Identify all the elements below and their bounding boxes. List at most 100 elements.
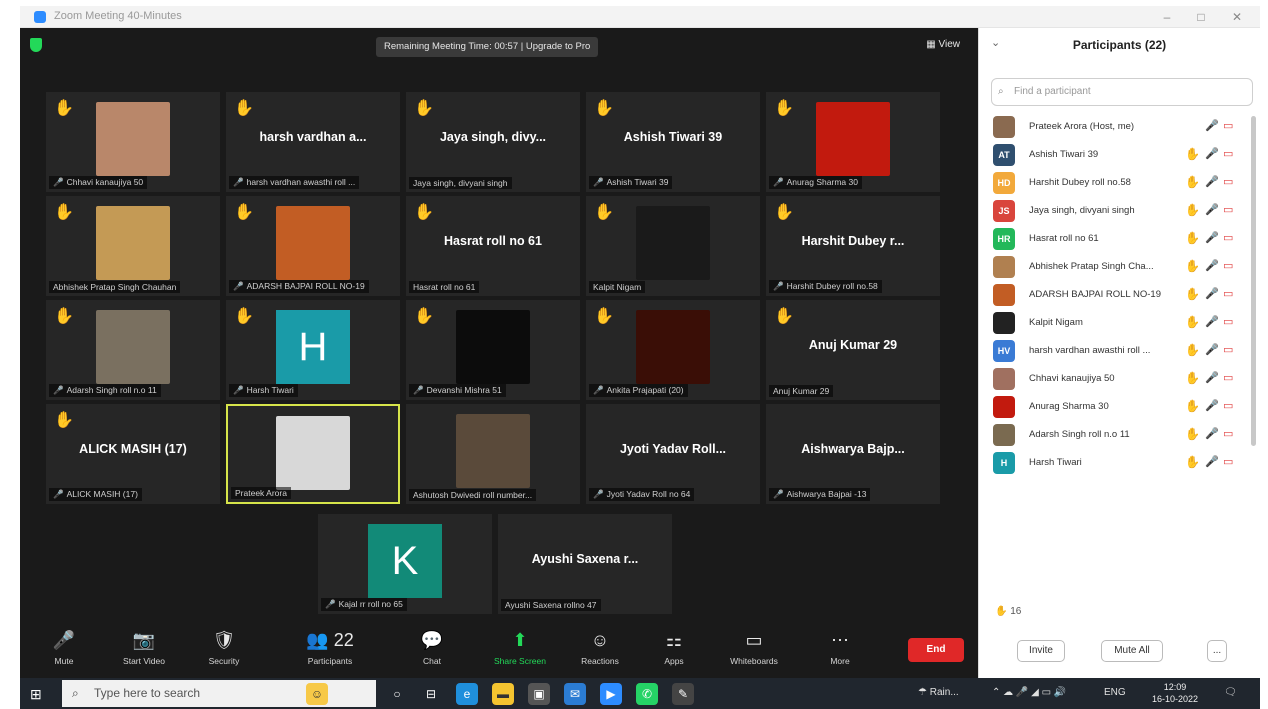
participant-video-tile[interactable]: ✋ Harshit Dubey r... 🎤 Harshit Dubey roll n… [766,196,940,296]
start-video-button[interactable]: 📷 Start Video [104,628,184,666]
participants-button[interactable]: 👥 22 Participants [290,628,370,666]
mic-status-icon[interactable]: 🎤 [1205,119,1219,132]
mic-status-icon[interactable]: 🎤 [1205,427,1219,440]
participant-video-tile[interactable]: ✋ 🎤 Adarsh Singh roll n.o 11 [46,300,220,400]
participant-list-item[interactable]: Chhavi kanaujiya 50 ✋ 🎤 ▭ [993,366,1239,394]
participant-list-item[interactable]: AT Ashish Tiwari 39 ✋ 🎤 ▭ [993,142,1239,170]
participant-video-tile[interactable]: ✋ Jaya singh, divy... Jaya singh, divyani … [406,92,580,192]
weather-widget[interactable]: ☂ Rain... [918,687,959,698]
mic-status-icon[interactable]: 🎤 [1205,147,1219,160]
system-tray-icons[interactable]: ⌃ ☁ 🎤 ◢ ▭ 🔊 [992,687,1066,698]
participant-video-tile[interactable]: ✋ H 🎤 Harsh Tiwari [226,300,400,400]
participant-list-item[interactable]: HR Hasrat roll no 61 ✋ 🎤 ▭ [993,226,1239,254]
search-highlight-icon[interactable]: ☺ [306,683,328,705]
video-off-icon[interactable]: ▭ [1223,315,1233,328]
video-off-icon[interactable]: ▭ [1223,427,1233,440]
mic-status-icon[interactable]: 🎤 [1205,175,1219,188]
minimize-button[interactable]: – [1156,8,1178,26]
participant-video-tile[interactable]: ✋ 🎤 Anurag Sharma 30 [766,92,940,192]
language-indicator[interactable]: ENG [1104,687,1126,698]
participant-video-tile[interactable]: ✋ Kalpit Nigam [586,196,760,296]
video-off-icon[interactable]: ▭ [1223,147,1233,160]
share-screen-button[interactable]: ⬆ Share Screen [480,628,560,666]
participant-video-tile[interactable]: ✋ Hasrat roll no 61 Hasrat roll no 61 [406,196,580,296]
invite-button[interactable]: Invite [1017,640,1065,662]
mic-status-icon[interactable]: 🎤 [1205,315,1219,328]
remaining-time-banner[interactable]: Remaining Meeting Time: 00:57 | Upgrade … [376,37,599,57]
participant-list-scrollbar[interactable] [1251,116,1256,446]
view-button[interactable]: ▦ View [926,39,960,50]
participant-video-tile[interactable]: ✋ ALICK MASIH (17) 🎤 ALICK MASIH (17) [46,404,220,504]
participant-video-tile[interactable]: ✋ harsh vardhan a... 🎤 harsh vardhan awasth… [226,92,400,192]
participant-video-tile[interactable]: K 🎤 Kajal rr roll no 65 [318,514,492,614]
participant-video-tile[interactable]: Prateek Arora [226,404,400,504]
clock[interactable]: 12:09 16-10-2022 [1152,681,1198,705]
mic-status-icon[interactable]: 🎤 [1205,399,1219,412]
video-off-icon[interactable]: ▭ [1223,399,1233,412]
file-explorer-icon[interactable]: ▬ [492,683,514,705]
video-off-icon[interactable]: ▭ [1223,231,1233,244]
participant-video-tile[interactable]: Aishwarya Bajp... 🎤 Aishwarya Bajpai -13 [766,404,940,504]
video-off-icon[interactable]: ▭ [1223,119,1233,132]
mute-all-button[interactable]: Mute All [1101,640,1163,662]
taskbar-search-input[interactable]: ⌕ Type here to search [62,680,376,707]
security-button[interactable]: 🛡 Security [184,628,264,666]
participant-list-item[interactable]: Prateek Arora (Host, me) 🎤 ▭ [993,114,1239,142]
reactions-button[interactable]: ☺ Reactions [560,628,640,666]
participant-video-tile[interactable]: ✋ Ashish Tiwari 39 🎤 Ashish Tiwari 39 [586,92,760,192]
participant-video-tile[interactable]: Ashutosh Dwivedi roll number... [406,404,580,504]
chat-button[interactable]: 💬 Chat [392,628,472,666]
encryption-shield-icon[interactable] [30,38,42,52]
whiteboards-button[interactable]: ▭ Whiteboards [714,628,794,666]
close-button[interactable]: ✕ [1226,8,1248,26]
participant-video-tile[interactable]: ✋ Anuj Kumar 29 Anuj Kumar 29 [766,300,940,400]
mic-status-icon[interactable]: 🎤 [1205,371,1219,384]
participant-list-item[interactable]: Kalpit Nigam ✋ 🎤 ▭ [993,310,1239,338]
participant-list-item[interactable]: H Harsh Tiwari ✋ 🎤 ▭ [993,450,1239,478]
participant-list-item[interactable]: JS Jaya singh, divyani singh ✋ 🎤 ▭ [993,198,1239,226]
windows-start-icon[interactable]: ⊞ [30,686,42,703]
mic-status-icon[interactable]: 🎤 [1205,455,1219,468]
more-options-button[interactable]: ... [1207,640,1227,662]
edge-browser-icon[interactable]: e [456,683,478,705]
apps-button[interactable]: ⚏ Apps [634,628,714,666]
mic-status-icon[interactable]: 🎤 [1205,259,1219,272]
mail-icon[interactable]: ✉ [564,683,586,705]
video-off-icon[interactable]: ▭ [1223,371,1233,384]
app-icon[interactable]: ✎ [672,683,694,705]
video-off-icon[interactable]: ▭ [1223,455,1233,468]
widgets-icon[interactable]: ⊟ [420,683,442,705]
store-icon[interactable]: ▣ [528,683,550,705]
participant-video-tile[interactable]: ✋ 🎤 ADARSH BAJPAI ROLL NO-19 [226,196,400,296]
video-off-icon[interactable]: ▭ [1223,259,1233,272]
participant-list-item[interactable]: HV harsh vardhan awasthi roll ... ✋ 🎤 ▭ [993,338,1239,366]
participant-list-item[interactable]: Anurag Sharma 30 ✋ 🎤 ▭ [993,394,1239,422]
participant-video-tile[interactable]: ✋ 🎤 Devanshi Mishra 51 [406,300,580,400]
participant-list-item[interactable]: Adarsh Singh roll n.o 11 ✋ 🎤 ▭ [993,422,1239,450]
mic-status-icon[interactable]: 🎤 [1205,287,1219,300]
video-off-icon[interactable]: ▭ [1223,175,1233,188]
mic-status-icon[interactable]: 🎤 [1205,343,1219,356]
zoom-taskbar-icon[interactable]: ▶ [600,683,622,705]
participant-video-tile[interactable]: Jyoti Yadav Roll... 🎤 Jyoti Yadav Roll no … [586,404,760,504]
task-view-icon[interactable]: ○ [386,683,408,705]
mic-status-icon[interactable]: 🎤 [1205,203,1219,216]
participant-list-item[interactable]: HD Harshit Dubey roll no.58 ✋ 🎤 ▭ [993,170,1239,198]
video-off-icon[interactable]: ▭ [1223,343,1233,356]
participant-list-item[interactable]: ADARSH BAJPAI ROLL NO-19 ✋ 🎤 ▭ [993,282,1239,310]
whatsapp-icon[interactable]: ✆ [636,683,658,705]
mic-status-icon[interactable]: 🎤 [1205,231,1219,244]
video-off-icon[interactable]: ▭ [1223,287,1233,300]
video-off-icon[interactable]: ▭ [1223,203,1233,216]
participant-video-tile[interactable]: ✋ Abhishek Pratap Singh Chauhan [46,196,220,296]
notifications-icon[interactable]: 🗨 [1224,687,1237,698]
participant-list-item[interactable]: Abhishek Pratap Singh Cha... ✋ 🎤 ▭ [993,254,1239,282]
participant-search-input[interactable]: ⌕ Find a participant [991,78,1253,106]
maximize-button[interactable]: □ [1190,8,1212,26]
end-meeting-button[interactable]: End [908,638,964,662]
participant-video-tile[interactable]: Ayushi Saxena r... Ayushi Saxena rollno 4… [498,514,672,614]
more-button[interactable]: ⋯ More [800,628,880,666]
participant-video-tile[interactable]: ✋ 🎤 Ankita Prajapati (20) [586,300,760,400]
mute-button[interactable]: 🎤 Mute [24,628,104,666]
participant-video-tile[interactable]: ✋ 🎤 Chhavi kanaujiya 50 [46,92,220,192]
